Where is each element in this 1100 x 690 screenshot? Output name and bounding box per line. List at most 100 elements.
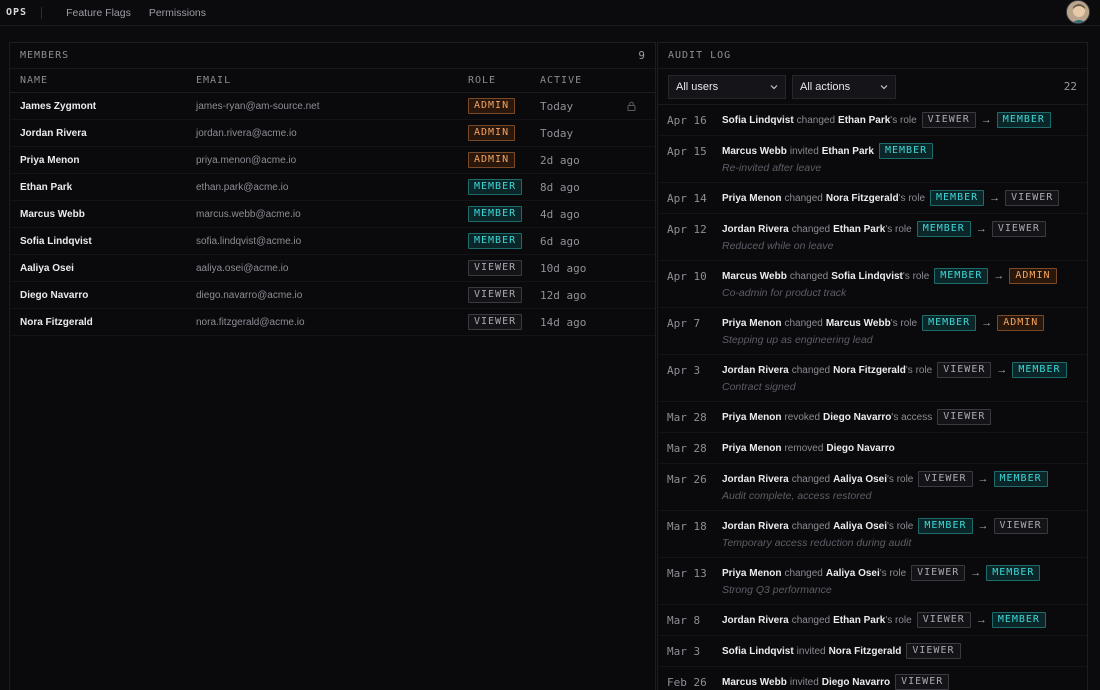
audit-target[interactable]: Nora Fitzgerald (826, 193, 899, 204)
audit-entry[interactable]: Apr 10 Marcus Webb changed Sofia Lindqvist '… (658, 261, 1087, 308)
avatar[interactable] (1066, 0, 1090, 24)
audit-target[interactable]: Nora Fitzgerald (833, 365, 906, 376)
audit-entry[interactable]: Mar 3 Sofia Lindqvist invited Nora Fitzgera… (658, 636, 1087, 667)
column-email[interactable]: EMAIL (196, 75, 231, 86)
brand-logo[interactable]: OPS (6, 7, 27, 18)
audit-target[interactable]: Marcus Webb (826, 318, 891, 329)
role-badge: ADMIN (468, 125, 516, 141)
audit-target[interactable]: Ethan Park (833, 615, 885, 626)
audit-actor[interactable]: Jordan Rivera (722, 224, 789, 235)
to-role-badge: MEMBER (879, 143, 934, 159)
audit-actor[interactable]: Priya Menon (722, 318, 781, 329)
arrow-right-icon: → (975, 614, 987, 626)
member-role-cell[interactable]: VIEWER (468, 287, 523, 303)
audit-entry[interactable]: Apr 7 Priya Menon changed Marcus Webb's rol… (658, 308, 1087, 355)
audit-entry[interactable]: Apr 16 Sofia Lindqvist changed Ethan Park's… (658, 105, 1087, 136)
audit-entry[interactable]: Mar 26 Jordan Rivera changed Aaliya Osei's … (658, 464, 1087, 511)
audit-suffix: 's role (887, 520, 914, 532)
role-badge: MEMBER (468, 233, 523, 249)
member-email: james-ryan@am-source.net (196, 100, 320, 112)
role-badge: MEMBER (468, 206, 523, 222)
nav-permissions[interactable]: Permissions (149, 7, 206, 19)
audit-actor[interactable]: Jordan Rivera (722, 474, 789, 485)
audit-actor[interactable]: Sofia Lindqvist (722, 646, 794, 657)
member-last-active: 4d ago (540, 207, 580, 221)
audit-entry[interactable]: Apr 15 Marcus Webb invited Ethan Park MEMBER… (658, 136, 1087, 183)
member-role-cell[interactable]: ADMIN (468, 125, 516, 141)
member-role-cell[interactable]: MEMBER (468, 233, 523, 249)
audit-target[interactable]: Aaliya Osei (833, 521, 887, 532)
to-role-badge: VIEWER (993, 518, 1048, 534)
audit-target[interactable]: Sofia Lindqvist (831, 271, 903, 282)
audit-actor[interactable]: Priya Menon (722, 193, 781, 204)
member-name: Nora Fitzgerald (20, 316, 93, 328)
column-active[interactable]: ACTIVE (540, 75, 582, 86)
audit-filters: All users All actions 22 (658, 69, 1087, 105)
audit-note: Temporary access reduction during audit (722, 537, 912, 549)
actions-filter-select[interactable]: All actions (792, 74, 896, 99)
audit-target[interactable]: Diego Navarro (823, 412, 891, 423)
audit-verb: changed (796, 114, 836, 126)
audit-entry[interactable]: Mar 18 Jordan Rivera changed Aaliya Osei's … (658, 511, 1087, 558)
audit-target[interactable]: Diego Navarro (822, 677, 890, 688)
audit-actor[interactable]: Priya Menon (722, 568, 781, 579)
audit-target[interactable]: Ethan Park (822, 146, 874, 157)
chevron-down-icon (770, 84, 778, 89)
audit-entry[interactable]: Mar 13 Priya Menon changed Aaliya Osei's ro… (658, 558, 1087, 605)
member-row[interactable]: James Zygmont james-ryan@am-source.net ADM… (10, 93, 655, 120)
audit-actor[interactable]: Priya Menon (722, 412, 781, 423)
member-role-cell[interactable]: VIEWER (468, 314, 523, 330)
audit-actor[interactable]: Jordan Rivera (722, 365, 789, 376)
member-row[interactable]: Nora Fitzgerald nora.fitzgerald@acme.io VI… (10, 309, 655, 336)
audit-date: Mar 3 (667, 645, 701, 658)
member-email: sofia.lindqvist@acme.io (196, 235, 302, 247)
audit-target[interactable]: Nora Fitzgerald (829, 646, 902, 657)
topbar-divider (41, 6, 43, 19)
audit-line: Jordan Rivera changed Ethan Park's role MEM… (722, 221, 1046, 237)
audit-actor[interactable]: Sofia Lindqvist (722, 115, 794, 126)
members-table-body: James Zygmont james-ryan@am-source.net ADM… (10, 93, 655, 336)
audit-target[interactable]: Aaliya Osei (826, 568, 880, 579)
audit-entry[interactable]: Mar 28 Priya Menon revoked Diego Navarro's … (658, 402, 1087, 433)
users-filter-select[interactable]: All users (668, 74, 786, 99)
to-role-badge: VIEWER (895, 674, 950, 690)
member-role-cell[interactable]: ADMIN (468, 152, 516, 168)
member-row[interactable]: Aaliya Osei aaliya.osei@acme.io VIEWER 10d … (10, 255, 655, 282)
audit-entry[interactable]: Apr 14 Priya Menon changed Nora Fitzgerald '… (658, 183, 1087, 214)
audit-entry[interactable]: Feb 26 Marcus Webb invited Diego Navarro VIE… (658, 667, 1087, 690)
member-last-active: 10d ago (540, 261, 587, 275)
member-email: aaliya.osei@acme.io (196, 262, 289, 274)
audit-target[interactable]: Aaliya Osei (833, 474, 887, 485)
members-panel: MEMBERS 9 NAME EMAIL ROLE ACTIVE James Z… (9, 42, 656, 690)
chevron-down-icon (880, 84, 888, 89)
audit-target[interactable]: Ethan Park (838, 115, 890, 126)
audit-target[interactable]: Diego Navarro (826, 443, 894, 454)
audit-entry[interactable]: Apr 3 Jordan Rivera changed Nora Fitzgerald… (658, 355, 1087, 402)
member-row[interactable]: Jordan Rivera jordan.rivera@acme.io ADMIN T… (10, 120, 655, 147)
audit-suffix: 's role (902, 270, 930, 282)
member-row[interactable]: Marcus Webb marcus.webb@acme.io MEMBER 4d a… (10, 201, 655, 228)
column-name[interactable]: NAME (20, 75, 48, 86)
member-role-cell[interactable]: VIEWER (468, 260, 523, 276)
member-row[interactable]: Sofia Lindqvist sofia.lindqvist@acme.io ME… (10, 228, 655, 255)
audit-entry[interactable]: Apr 12 Jordan Rivera changed Ethan Park's r… (658, 214, 1087, 261)
member-role-cell[interactable]: MEMBER (468, 206, 523, 222)
member-row[interactable]: Ethan Park ethan.park@acme.io MEMBER 8d ago (10, 174, 655, 201)
audit-actor[interactable]: Jordan Rivera (722, 615, 789, 626)
member-last-active: 6d ago (540, 234, 580, 248)
nav-feature-flags[interactable]: Feature Flags (66, 7, 131, 19)
audit-target[interactable]: Ethan Park (833, 224, 885, 235)
member-role-cell[interactable]: MEMBER (468, 179, 523, 195)
audit-actor[interactable]: Marcus Webb (722, 271, 787, 282)
audit-actor[interactable]: Marcus Webb (722, 677, 787, 688)
audit-actor[interactable]: Marcus Webb (722, 146, 787, 157)
column-role[interactable]: ROLE (468, 75, 496, 86)
audit-entry[interactable]: Mar 8 Jordan Rivera changed Ethan Park's ro… (658, 605, 1087, 636)
member-role-cell[interactable]: ADMIN (468, 98, 516, 114)
audit-actor[interactable]: Priya Menon (722, 443, 781, 454)
audit-date: Apr 7 (667, 317, 701, 330)
member-row[interactable]: Diego Navarro diego.navarro@acme.io VIEWER… (10, 282, 655, 309)
member-row[interactable]: Priya Menon priya.menon@acme.io ADMIN 2d ag… (10, 147, 655, 174)
audit-actor[interactable]: Jordan Rivera (722, 521, 789, 532)
audit-entry[interactable]: Mar 28 Priya Menon removed Diego Navarro (658, 433, 1087, 464)
